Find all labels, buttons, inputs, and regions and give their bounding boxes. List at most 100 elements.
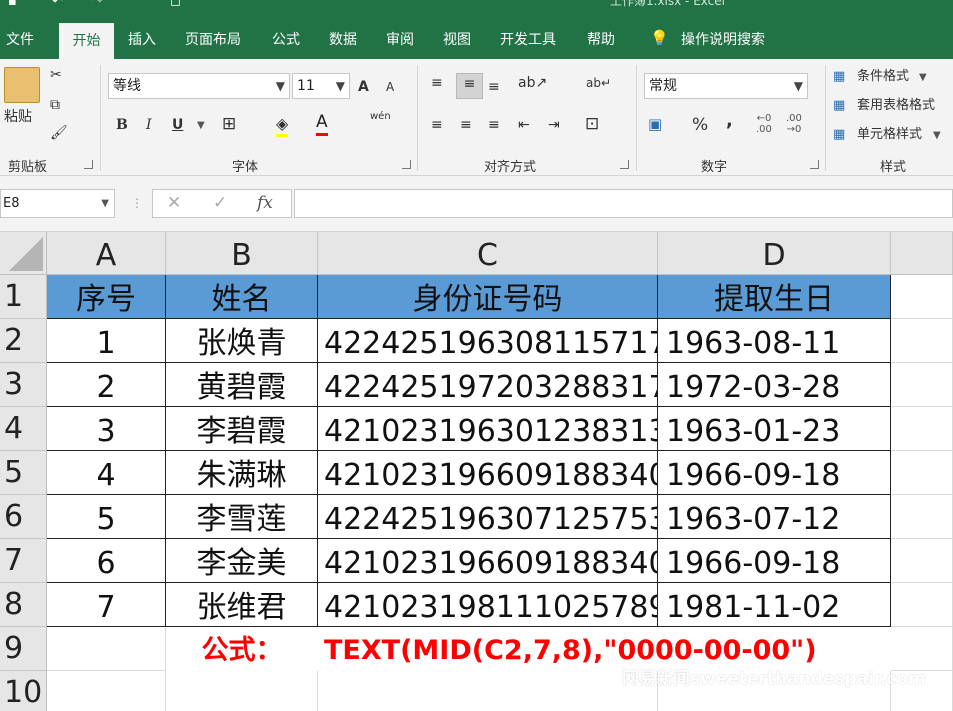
table-cell[interactable]: 李碧霞 [166,407,318,451]
table-cell[interactable]: 1966-09-18 [658,539,891,583]
underline-button[interactable]: U [172,115,183,135]
align-top-icon[interactable]: ≡ [431,73,443,93]
tab-home[interactable]: 开始 [59,23,114,59]
align-middle-icon[interactable]: ≡ [456,73,483,99]
row-header-7[interactable]: 7 [0,539,47,583]
lightbulb-icon[interactable]: 💡 [650,29,669,47]
redo-icon[interactable]: ↷ [92,0,103,9]
wrap-text-icon[interactable]: ab↵ [586,73,611,93]
table-cell[interactable]: 李金美 [166,539,318,583]
formula-input[interactable] [294,189,953,218]
empty-cell[interactable] [891,495,953,539]
tab-help[interactable]: 帮助 [587,29,615,49]
empty-cell[interactable] [891,363,953,407]
table-cell[interactable]: 张维君 [166,583,318,627]
table-cell[interactable]: 421023196609188340 [318,539,658,583]
paste-icon[interactable] [4,67,40,103]
cut-icon[interactable]: ✂ [50,65,62,85]
row-header-8[interactable]: 8 [0,583,47,627]
row-header-3[interactable]: 3 [0,363,47,407]
search-icon[interactable]: ◻ [170,0,181,9]
increase-indent-icon[interactable]: ⇥ [548,115,560,135]
row-header-10[interactable]: 10 [0,671,47,711]
empty-cell[interactable] [891,539,953,583]
row-header-6[interactable]: 6 [0,495,47,539]
table-cell[interactable]: 421023196301238313 [318,407,658,451]
row-header-2[interactable]: 2 [0,319,47,363]
header-cell[interactable]: 身份证号码 [318,275,658,319]
tab-insert[interactable]: 插入 [128,29,156,49]
table-cell[interactable]: 朱满琳 [166,451,318,495]
empty-cell[interactable] [891,583,953,627]
table-cell[interactable]: 422425197203288317 [318,363,658,407]
cell-styles-button[interactable]: 单元格样式 [857,125,922,145]
cancel-icon[interactable]: ✕ [167,193,181,213]
row-header-5[interactable]: 5 [0,451,47,495]
table-cell[interactable]: 3 [47,407,166,451]
chevron-down-icon[interactable]: ▼ [197,116,205,136]
column-header-a[interactable]: A [47,232,166,275]
number-format-combo[interactable]: 常规 ▼ [644,73,808,99]
align-left-icon[interactable]: ≡ [431,115,443,135]
table-cell[interactable]: 李雪莲 [166,495,318,539]
align-bottom-icon[interactable]: ≡ [488,77,500,97]
number-launcher-icon[interactable] [810,160,819,169]
borders-icon[interactable]: ⊞ [222,114,236,134]
conditional-formatting-icon[interactable]: ▦ [833,67,845,87]
insert-function-icon[interactable]: fx [257,193,273,213]
merge-center-icon[interactable]: ⊡ [585,114,599,134]
save-icon[interactable]: ▪ [8,0,17,9]
table-cell[interactable]: 张焕青 [166,319,318,363]
column-header-c[interactable]: C [318,232,658,275]
table-cell[interactable]: 1963-01-23 [658,407,891,451]
table-cell[interactable]: 1966-09-18 [658,451,891,495]
align-center-icon[interactable]: ≡ [460,115,472,135]
table-cell[interactable]: 1981-11-02 [658,583,891,627]
table-cell[interactable]: 422425196307125753 [318,495,658,539]
percent-button[interactable]: % [692,115,708,135]
orientation-icon[interactable]: ab↗ [518,73,547,93]
conditional-formatting-button[interactable]: 条件格式 [857,67,909,87]
italic-button[interactable]: I [146,115,152,135]
row-header-1[interactable]: 1 [0,275,47,319]
shrink-font-button[interactable]: A [386,77,394,97]
copy-icon[interactable]: ⧉ [50,95,60,115]
table-cell[interactable]: 1 [47,319,166,363]
cell-styles-icon[interactable]: ▦ [833,125,845,145]
empty-cell[interactable] [891,319,953,363]
phonetic-guide-button[interactable]: wén [370,107,391,127]
tab-review[interactable]: 审阅 [386,29,414,49]
tab-file[interactable]: 文件 [6,29,34,49]
empty-cell[interactable] [318,671,658,711]
table-cell[interactable]: 1963-07-12 [658,495,891,539]
format-painter-icon[interactable]: 🖌 [50,123,68,143]
tab-formulas[interactable]: 公式 [272,29,300,49]
table-cell[interactable]: 2 [47,363,166,407]
tab-data[interactable]: 数据 [329,29,357,49]
table-cell[interactable]: 6 [47,539,166,583]
clipboard-launcher-icon[interactable] [84,160,93,169]
empty-cell[interactable] [891,407,953,451]
tab-developer[interactable]: 开发工具 [500,29,556,49]
column-header-b[interactable]: B [166,232,318,275]
table-cell[interactable]: 7 [47,583,166,627]
empty-cell[interactable] [47,627,166,671]
table-cell[interactable]: 1972-03-28 [658,363,891,407]
chevron-down-icon[interactable]: ▼ [919,68,927,88]
font-name-combo[interactable]: 等线 ▼ [108,73,290,99]
font-launcher-icon[interactable] [402,160,411,169]
empty-cell[interactable] [891,275,953,319]
empty-cell[interactable] [166,671,318,711]
undo-icon[interactable]: ↶ [52,0,63,9]
chevron-down-icon[interactable]: ▼ [933,126,941,146]
header-cell[interactable]: 姓名 [166,275,318,319]
tell-me-search[interactable]: 操作说明搜索 [681,29,765,49]
header-cell[interactable]: 序号 [47,275,166,319]
increase-decimal-icon[interactable]: ←0.00 [756,113,772,135]
table-cell[interactable]: 421023196609188340 [318,451,658,495]
table-cell[interactable]: 421023198111025789 [318,583,658,627]
table-cell[interactable]: 5 [47,495,166,539]
bold-button[interactable]: B [116,115,128,135]
table-cell[interactable]: 422425196308115717 [318,319,658,363]
format-as-table-button[interactable]: 套用表格格式 [857,96,935,116]
